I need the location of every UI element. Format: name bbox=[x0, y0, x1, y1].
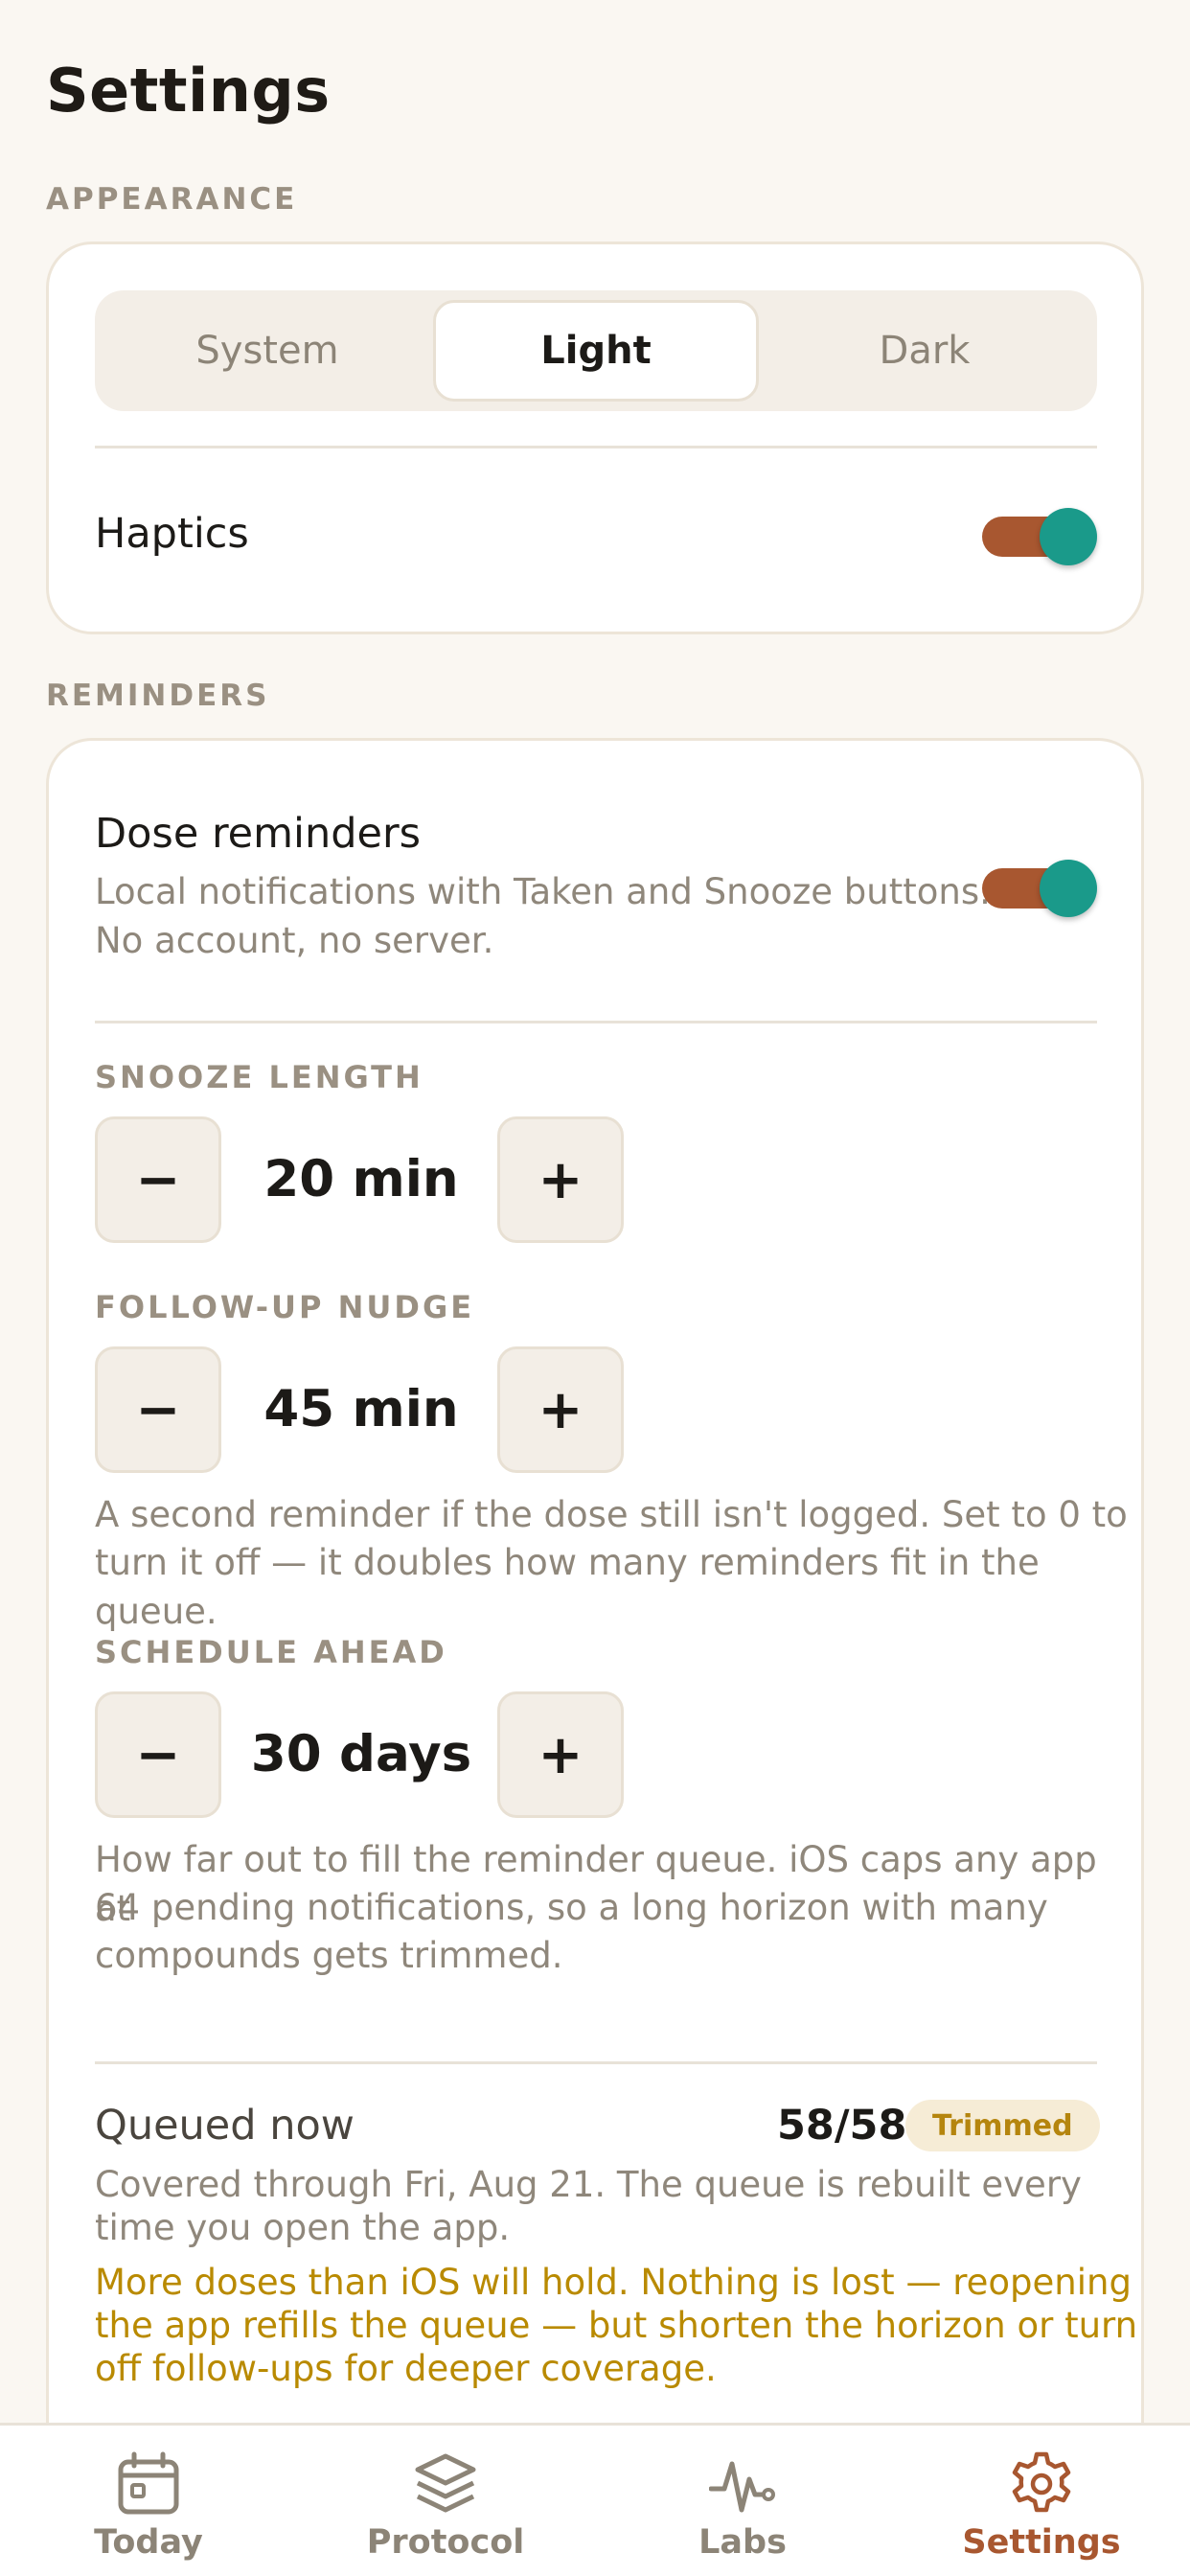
follow-up-decrement-button[interactable]: − bbox=[95, 1346, 221, 1473]
queue-warning-line-2: the app refills the queue — but shorten … bbox=[95, 2305, 1138, 2346]
divider bbox=[95, 446, 1097, 448]
schedule-ahead-value: 30 days bbox=[250, 1725, 472, 1783]
dose-reminders-description-line-2: No account, no server. bbox=[95, 920, 494, 961]
dose-reminders-description-line-1: Local notifications with Taken and Snooz… bbox=[95, 871, 991, 912]
reminders-section-label: REMINDERS bbox=[46, 678, 270, 713]
pulse-icon bbox=[709, 2461, 775, 2513]
toggle-knob bbox=[1040, 508, 1097, 565]
follow-up-note-line-1: A second reminder if the dose still isn'… bbox=[95, 1494, 1128, 1535]
queue-info-line-2: time you open the app. bbox=[95, 2207, 511, 2248]
dose-reminders-label: Dose reminders bbox=[95, 810, 422, 858]
schedule-note-line-3: compounds gets trimmed. bbox=[95, 1935, 563, 1976]
haptics-label: Haptics bbox=[95, 510, 249, 558]
dose-reminders-toggle[interactable] bbox=[982, 858, 1097, 919]
tab-labs-label: Labs bbox=[698, 2523, 787, 2562]
toggle-knob bbox=[1040, 860, 1097, 917]
follow-up-nudge-label: FOLLOW-UP NUDGE bbox=[95, 1289, 475, 1325]
tab-today[interactable]: Today bbox=[0, 2426, 297, 2576]
snooze-increment-button[interactable]: + bbox=[497, 1116, 624, 1243]
layers-icon bbox=[415, 2453, 476, 2513]
queued-count: 58/58 bbox=[777, 2102, 907, 2150]
snooze-length-value: 20 min bbox=[263, 1150, 459, 1208]
snooze-length-label: SNOOZE LENGTH bbox=[95, 1059, 423, 1095]
calendar-icon bbox=[118, 2451, 179, 2515]
reminders-card: Dose reminders Local notifications with … bbox=[46, 738, 1144, 2423]
segment-light[interactable]: Light bbox=[433, 300, 759, 402]
segment-dark[interactable]: Dark bbox=[762, 300, 1087, 402]
follow-up-note-line-2: turn it off — it doubles how many remind… bbox=[95, 1542, 1040, 1632]
tab-labs[interactable]: Labs bbox=[594, 2426, 891, 2576]
schedule-note-line-2: 64 pending notifications, so a long hori… bbox=[95, 1887, 1048, 1928]
settings-scroll-area[interactable]: Settings APPEARANCE System Light Dark Ha… bbox=[0, 0, 1190, 2423]
divider bbox=[95, 1021, 1097, 1024]
queue-warning-line-3: off follow-ups for deeper coverage. bbox=[95, 2348, 717, 2389]
settings-screen: Settings APPEARANCE System Light Dark Ha… bbox=[0, 0, 1190, 2576]
gear-icon bbox=[1012, 2451, 1071, 2513]
schedule-increment-button[interactable]: + bbox=[497, 1691, 624, 1818]
divider bbox=[95, 2061, 1097, 2064]
snooze-decrement-button[interactable]: − bbox=[95, 1116, 221, 1243]
trimmed-badge: Trimmed bbox=[905, 2100, 1100, 2151]
tab-bar: Today Protocol Labs Settings bbox=[0, 2423, 1190, 2576]
tab-protocol[interactable]: Protocol bbox=[297, 2426, 594, 2576]
schedule-decrement-button[interactable]: − bbox=[95, 1691, 221, 1818]
haptics-toggle[interactable] bbox=[982, 506, 1097, 567]
page-title: Settings bbox=[46, 56, 331, 126]
appearance-section-label: APPEARANCE bbox=[46, 182, 298, 217]
queued-now-label: Queued now bbox=[95, 2102, 355, 2150]
queue-warning-line-1: More doses than iOS will hold. Nothing i… bbox=[95, 2262, 1132, 2303]
tab-today-label: Today bbox=[94, 2523, 203, 2562]
tab-protocol-label: Protocol bbox=[366, 2523, 525, 2562]
segment-system[interactable]: System bbox=[104, 300, 430, 402]
tab-settings[interactable]: Settings bbox=[893, 2426, 1190, 2576]
appearance-segmented-control: System Light Dark bbox=[95, 290, 1097, 411]
tab-settings-label: Settings bbox=[962, 2523, 1121, 2562]
queue-info-line-1: Covered through Fri, Aug 21. The queue i… bbox=[95, 2164, 1082, 2205]
follow-up-increment-button[interactable]: + bbox=[497, 1346, 624, 1473]
schedule-ahead-label: SCHEDULE AHEAD bbox=[95, 1634, 447, 1670]
appearance-card: System Light Dark Haptics bbox=[46, 242, 1144, 634]
follow-up-nudge-value: 45 min bbox=[263, 1380, 459, 1438]
